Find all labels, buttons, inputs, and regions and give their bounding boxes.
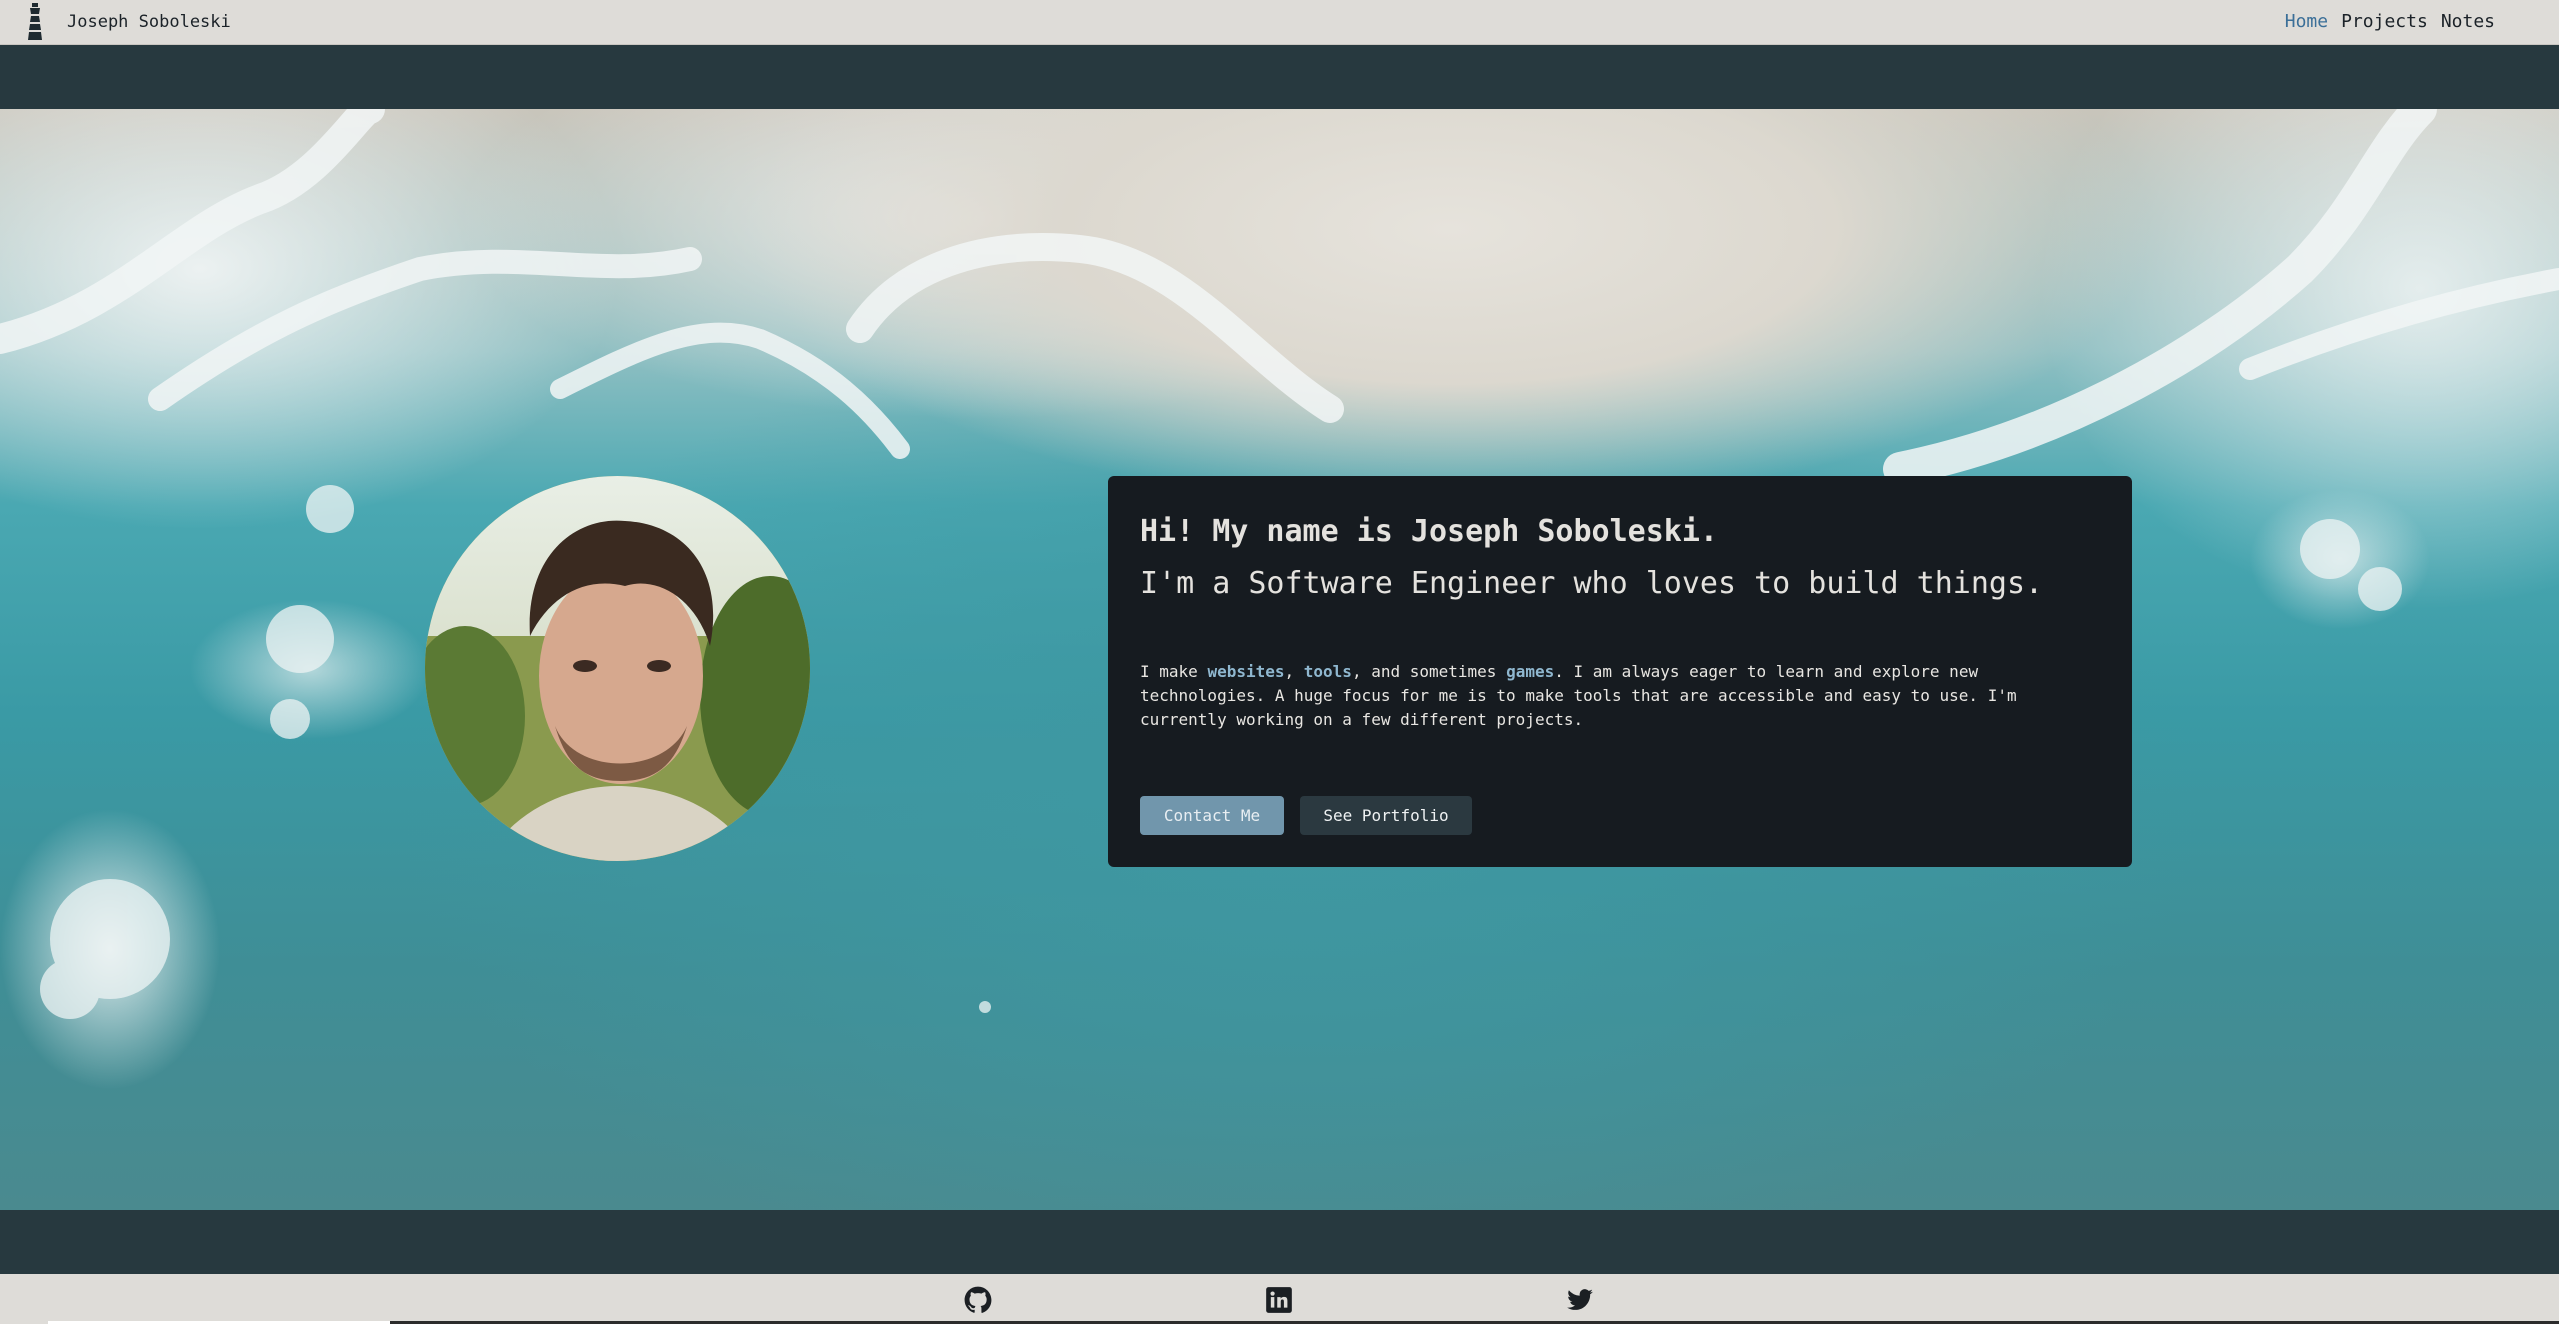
intro-paragraph: I make websites, tools, and sometimes ga… — [1140, 660, 2100, 732]
footer-band — [0, 1210, 2559, 1274]
intro-text-part1: I make — [1140, 662, 1208, 681]
nav-link-projects[interactable]: Projects — [2341, 11, 2428, 32]
intro-heading-line1: Hi! My name is Joseph Soboleski. — [1140, 514, 1718, 549]
avatar — [425, 476, 810, 861]
nav-links: Home Projects Notes — [2285, 11, 2495, 32]
footer — [0, 1274, 2559, 1324]
profile-photo — [425, 476, 810, 861]
nav-link-notes[interactable]: Notes — [2441, 11, 2495, 32]
github-icon[interactable] — [964, 1286, 992, 1314]
contact-me-button[interactable]: Contact Me — [1140, 796, 1284, 835]
linkedin-icon[interactable] — [1265, 1286, 1293, 1314]
tools-link[interactable]: tools — [1304, 662, 1352, 681]
intro-text-part2: , — [1284, 662, 1304, 681]
intro-heading: Hi! My name is Joseph Soboleski. I'm a S… — [1140, 506, 2100, 610]
header-band — [0, 45, 2559, 109]
see-portfolio-button[interactable]: See Portfolio — [1300, 796, 1472, 835]
nav-link-home[interactable]: Home — [2285, 11, 2328, 32]
brand-name[interactable]: Joseph Soboleski — [67, 12, 231, 32]
twitter-icon[interactable] — [1566, 1286, 1594, 1314]
navbar: Joseph Soboleski Home Projects Notes — [0, 0, 2559, 45]
games-link[interactable]: games — [1506, 662, 1554, 681]
intro-text-part3: , and sometimes — [1351, 662, 1507, 681]
intro-heading-line2: I'm a Software Engineer who loves to bui… — [1140, 566, 2044, 601]
intro-card: Hi! My name is Joseph Soboleski. I'm a S… — [1108, 476, 2132, 867]
websites-link[interactable]: websites — [1207, 662, 1284, 681]
lighthouse-logo-icon[interactable] — [24, 2, 46, 42]
